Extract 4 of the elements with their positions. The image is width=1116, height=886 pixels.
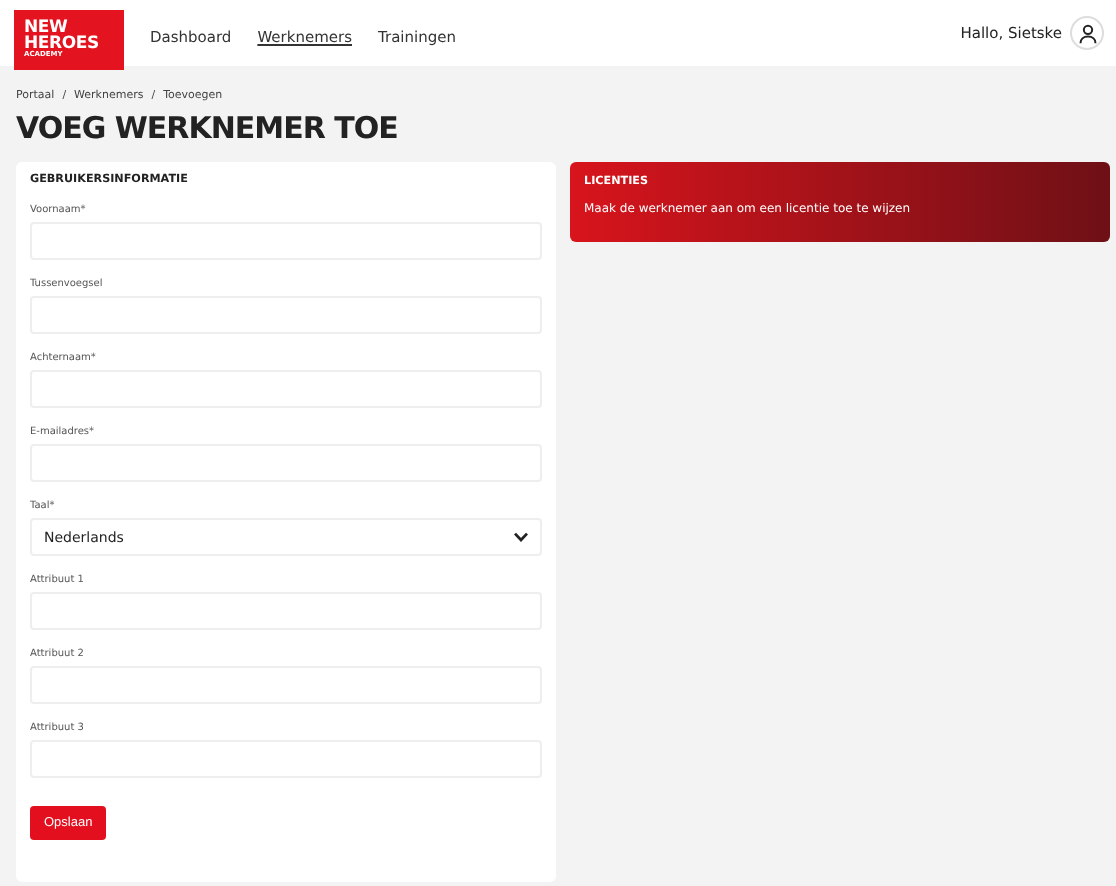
page-title: VOEG WERKNEMER TOE xyxy=(16,110,400,146)
user-icon xyxy=(1077,23,1097,43)
user-button[interactable] xyxy=(1070,16,1104,50)
chevron-down-icon xyxy=(514,532,528,542)
